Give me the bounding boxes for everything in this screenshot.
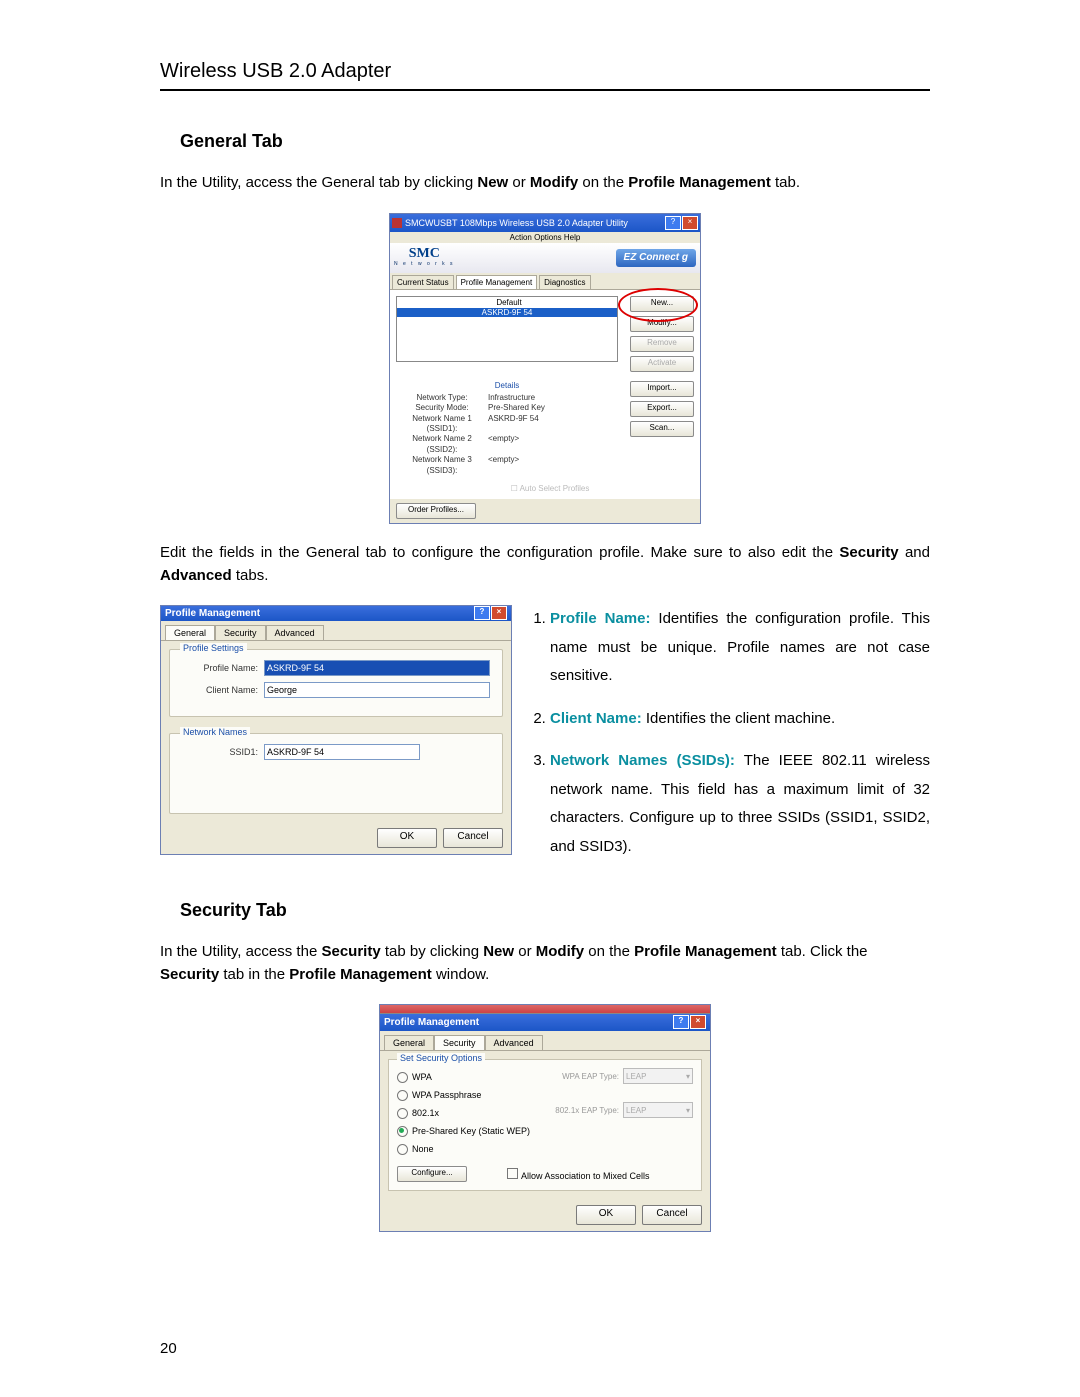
radio-preshared-key[interactable]: [397, 1126, 408, 1137]
tab-general[interactable]: General: [165, 625, 215, 640]
help-button[interactable]: ?: [673, 1015, 689, 1029]
close-button[interactable]: ×: [690, 1015, 706, 1029]
label-ssid1: SSID1:: [182, 747, 264, 757]
para-general-edit: Edit the fields in the General tab to co…: [160, 542, 930, 587]
group-profile-settings: Profile Settings Profile Name: Client Na…: [169, 649, 503, 717]
cancel-button[interactable]: Cancel: [443, 828, 503, 848]
tab-profile-management[interactable]: Profile Management: [456, 275, 538, 289]
window-title: Profile Management: [384, 1017, 479, 1028]
running-header: Wireless USB 2.0 Adapter: [160, 60, 930, 91]
window-title: Profile Management: [165, 608, 260, 619]
list-item: Network Names (SSIDs): The IEEE 802.11 w…: [550, 747, 930, 861]
cancel-button[interactable]: Cancel: [642, 1205, 702, 1225]
label-8021x-eap: 802.1x EAP Type:: [545, 1106, 623, 1115]
screenshot-profile-general: Profile Management ? × General Security …: [160, 605, 512, 855]
scan-button[interactable]: Scan...: [630, 421, 694, 437]
tab-diagnostics[interactable]: Diagnostics: [539, 275, 590, 289]
section-general-title: General Tab: [180, 131, 930, 152]
import-button[interactable]: Import...: [630, 381, 694, 397]
details-label: Details: [396, 381, 618, 391]
smc-logo: SMC: [394, 248, 455, 261]
close-button[interactable]: ×: [491, 606, 507, 620]
radio-8021x[interactable]: [397, 1108, 408, 1119]
app-icon: [392, 218, 402, 228]
titlebar: Profile Management ? ×: [161, 606, 511, 621]
order-profiles-button[interactable]: Order Profiles...: [396, 503, 476, 519]
main-tabs: Current Status Profile Management Diagno…: [390, 275, 700, 290]
close-button[interactable]: ×: [682, 216, 698, 230]
client-name-input[interactable]: [264, 682, 490, 698]
screenshot-utility: SMCWUSBT 108Mbps Wireless USB 2.0 Adapte…: [389, 213, 701, 525]
label-profile-name: Profile Name:: [182, 663, 264, 673]
chevron-down-icon: ▾: [686, 1072, 690, 1081]
help-button[interactable]: ?: [474, 606, 490, 620]
tab-current-status[interactable]: Current Status: [392, 275, 454, 289]
radio-wpa[interactable]: [397, 1072, 408, 1083]
section-security-title: Security Tab: [180, 900, 930, 921]
help-button[interactable]: ?: [665, 216, 681, 230]
page-number: 20: [160, 1340, 177, 1357]
radio-wpa-passphrase[interactable]: [397, 1090, 408, 1101]
export-button[interactable]: Export...: [630, 401, 694, 417]
ok-button[interactable]: OK: [576, 1205, 636, 1225]
para-general-intro: In the Utility, access the General tab b…: [160, 172, 930, 195]
group-network-names: Network Names SSID1:: [169, 733, 503, 814]
label-wpa-eap: WPA EAP Type:: [545, 1072, 623, 1081]
auto-select-checkbox[interactable]: ☐ Auto Select Profiles: [390, 482, 700, 499]
chevron-down-icon: ▾: [686, 1106, 690, 1115]
ssid1-input[interactable]: [264, 744, 420, 760]
list-item-selected[interactable]: ASKRD-9F 54: [397, 308, 617, 317]
wpa-eap-select[interactable]: LEAP▾: [623, 1068, 693, 1084]
banner: SMC N e t w o r k s EZ Connect g: [390, 243, 700, 273]
tab-advanced[interactable]: Advanced: [485, 1035, 543, 1050]
window-title: SMCWUSBT 108Mbps Wireless USB 2.0 Adapte…: [405, 218, 628, 228]
ok-button[interactable]: OK: [377, 828, 437, 848]
para-security-intro: In the Utility, access the Security tab …: [160, 941, 930, 986]
list-item: Profile Name: Identifies the configurati…: [550, 605, 930, 691]
new-button[interactable]: New...: [630, 296, 694, 312]
mixed-cells-checkbox[interactable]: Allow Association to Mixed Cells: [507, 1168, 650, 1181]
titlebar: SMCWUSBT 108Mbps Wireless USB 2.0 Adapte…: [390, 214, 700, 232]
remove-button[interactable]: Remove: [630, 336, 694, 352]
tab-general[interactable]: General: [384, 1035, 434, 1050]
titlebar: Profile Management ? ×: [380, 1014, 710, 1031]
smc-logo-sub: N e t w o r k s: [394, 261, 455, 267]
profile-list[interactable]: Default ASKRD-9F 54: [396, 296, 618, 362]
tab-advanced[interactable]: Advanced: [266, 625, 324, 640]
radio-none[interactable]: [397, 1144, 408, 1155]
tab-security[interactable]: Security: [215, 625, 266, 640]
list-item[interactable]: Default: [397, 298, 617, 307]
screenshot-profile-security: Profile Management ? × General Security …: [379, 1004, 711, 1232]
list-item: Client Name: Identifies the client machi…: [550, 705, 930, 734]
label-client-name: Client Name:: [182, 685, 264, 695]
modify-button[interactable]: Modify...: [630, 316, 694, 332]
activate-button[interactable]: Activate: [630, 356, 694, 372]
group-security-options: Set Security Options WPA WPA Passphrase …: [388, 1059, 702, 1191]
8021x-eap-select[interactable]: LEAP▾: [623, 1102, 693, 1118]
menubar[interactable]: Action Options Help: [390, 232, 700, 243]
ez-connect-logo: EZ Connect g: [616, 249, 696, 267]
tab-security[interactable]: Security: [434, 1035, 485, 1050]
configure-button[interactable]: Configure...: [397, 1166, 467, 1182]
profile-name-input[interactable]: [264, 660, 490, 676]
field-description-list: Profile Name: Identifies the configurati…: [528, 605, 930, 875]
